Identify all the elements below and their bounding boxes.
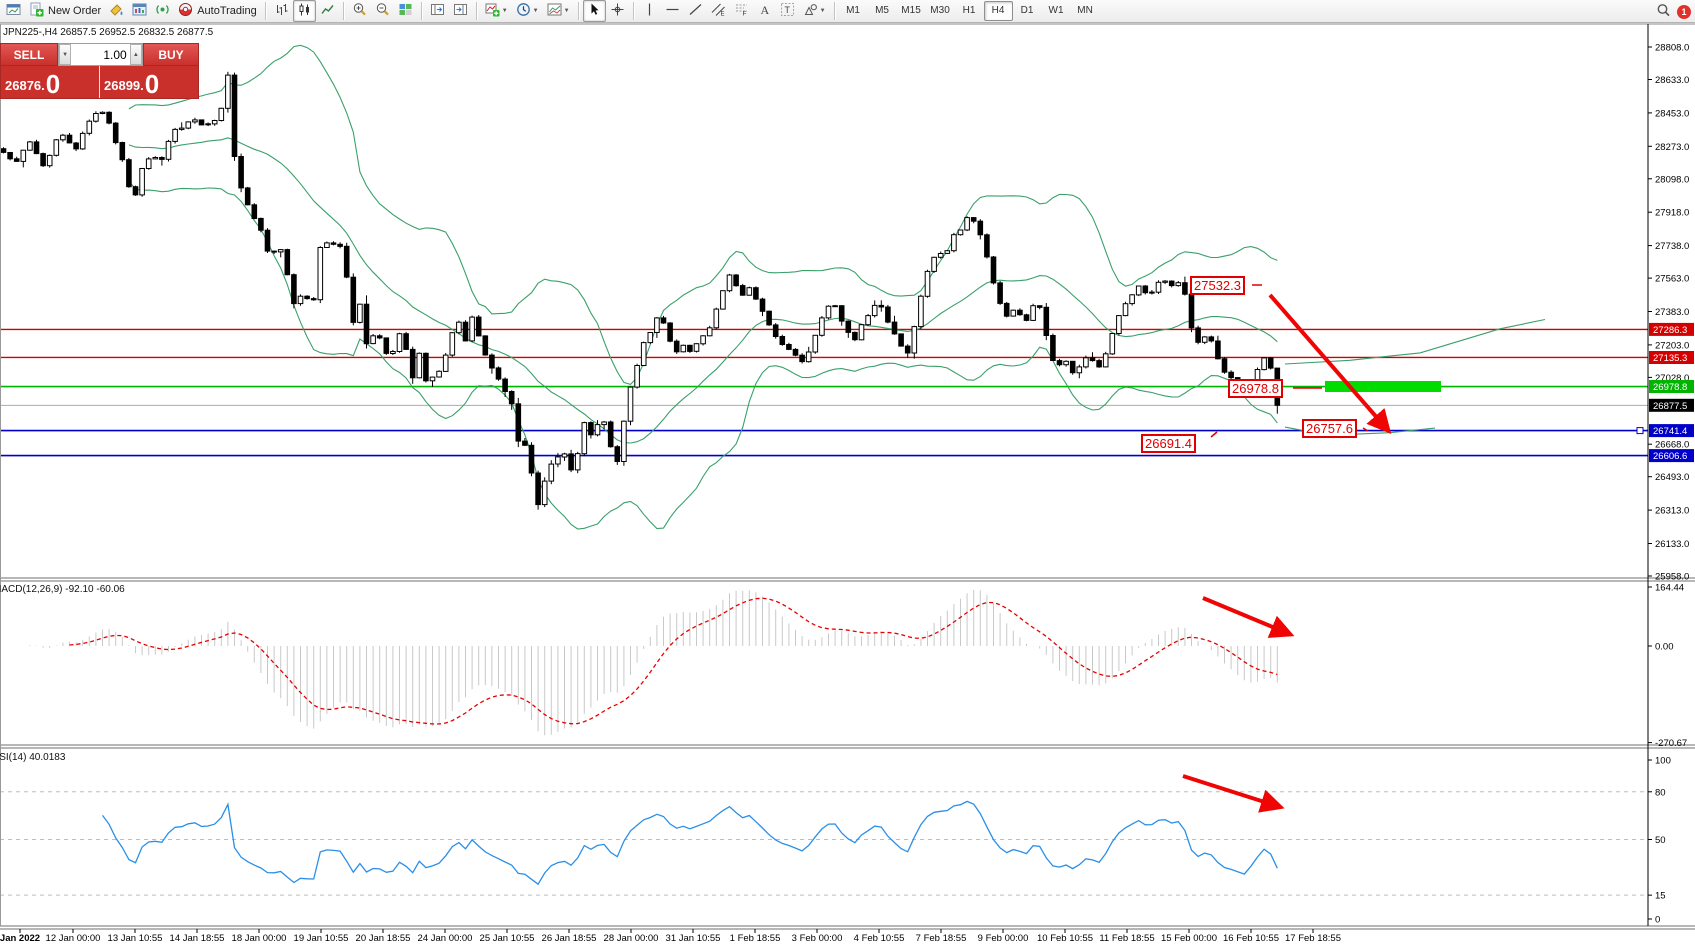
svg-text:7 Feb 18:55: 7 Feb 18:55: [916, 933, 967, 944]
svg-text:28273.0: 28273.0: [1655, 142, 1689, 153]
svg-text:26133.0: 26133.0: [1655, 539, 1689, 550]
svg-text:26313.0: 26313.0: [1655, 506, 1689, 517]
svg-text:11 Feb 18:55: 11 Feb 18:55: [1099, 933, 1154, 944]
svg-text:14 Jan 18:55: 14 Jan 18:55: [170, 933, 225, 944]
sell-button[interactable]: SELL: [0, 43, 58, 66]
svg-text:17 Feb 18:55: 17 Feb 18:55: [1285, 933, 1341, 944]
svg-text:4 Feb 10:55: 4 Feb 10:55: [854, 933, 905, 944]
mt4-window: New OrderAutoTrading▼▼▼EFAT▼M1M5M15M30H1…: [0, 0, 1695, 945]
svg-text:26668.0: 26668.0: [1655, 440, 1689, 451]
svg-text:25958.0: 25958.0: [1655, 572, 1689, 583]
svg-text:16 Feb 10:55: 16 Feb 10:55: [1223, 933, 1279, 944]
svg-text:10 Feb 10:55: 10 Feb 10:55: [1037, 933, 1093, 944]
svg-text:27135.3: 27135.3: [1653, 353, 1687, 364]
svg-text:13 Jan 10:55: 13 Jan 10:55: [108, 933, 163, 944]
svg-text:18 Jan 00:00: 18 Jan 00:00: [232, 933, 287, 944]
svg-text:15 Feb 00:00: 15 Feb 00:00: [1161, 933, 1217, 944]
svg-text:0: 0: [1655, 915, 1660, 926]
price-callout-label[interactable]: 26757.6: [1302, 419, 1357, 438]
svg-text:26606.6: 26606.6: [1653, 451, 1687, 462]
svg-text:26 Jan 18:55: 26 Jan 18:55: [542, 933, 597, 944]
svg-text:26741.4: 26741.4: [1653, 426, 1687, 437]
svg-text:3 Feb 00:00: 3 Feb 00:00: [792, 933, 843, 944]
svg-text:25 Jan 10:55: 25 Jan 10:55: [480, 933, 535, 944]
volume-decrease-button[interactable]: ▼: [59, 44, 71, 65]
svg-text:12 Jan 00:00: 12 Jan 00:00: [46, 933, 101, 944]
one-click-trading-panel: SELL ▼ ▲ BUY 26876. 0 26899. 0: [0, 43, 199, 99]
svg-text:164.44: 164.44: [1655, 583, 1684, 594]
buy-price-big-digit: 0: [145, 72, 159, 96]
svg-text:27286.3: 27286.3: [1653, 325, 1687, 336]
price-callout-label[interactable]: 26691.4: [1141, 434, 1196, 453]
buy-button[interactable]: BUY: [143, 43, 199, 66]
symbol-ohlc-header: JPN225-,H4 26857.5 26952.5 26832.5 26877…: [3, 27, 213, 38]
rsi-indicator-label: RSI(14) 40.0183: [0, 752, 65, 763]
macd-indicator-label: MACD(12,26,9) -92.10 -60.06: [0, 584, 125, 595]
svg-text:26877.5: 26877.5: [1653, 401, 1687, 412]
svg-text:20 Jan 18:55: 20 Jan 18:55: [356, 933, 411, 944]
svg-text:27383.0: 27383.0: [1655, 307, 1689, 318]
svg-text:28 Jan 00:00: 28 Jan 00:00: [604, 933, 659, 944]
buy-price-main: 26899.: [104, 76, 144, 96]
volume-input[interactable]: [71, 44, 129, 65]
svg-text:80: 80: [1655, 787, 1666, 798]
price-callout-label[interactable]: 27532.3: [1190, 276, 1245, 295]
sell-price[interactable]: 26876. 0: [1, 66, 100, 98]
svg-text:28808.0: 28808.0: [1655, 43, 1689, 54]
svg-text:Jan 2022: Jan 2022: [0, 933, 40, 944]
buy-price[interactable]: 26899. 0: [100, 66, 198, 98]
svg-text:100: 100: [1655, 756, 1671, 767]
svg-text:15: 15: [1655, 891, 1666, 902]
svg-text:27918.0: 27918.0: [1655, 208, 1689, 219]
svg-text:-270.67: -270.67: [1655, 738, 1687, 749]
price-callout-label[interactable]: 26978.8: [1228, 379, 1283, 398]
volume-increase-button[interactable]: ▲: [130, 44, 142, 65]
svg-text:27203.0: 27203.0: [1655, 340, 1689, 351]
svg-text:28098.0: 28098.0: [1655, 174, 1689, 185]
svg-text:9 Feb 00:00: 9 Feb 00:00: [978, 933, 1029, 944]
svg-text:26978.8: 26978.8: [1653, 382, 1687, 393]
chart-canvas[interactable]: 28808.0 28633.0 28453.0 28273.0 28098.0 27918…: [0, 0, 1695, 945]
svg-text:1 Feb 18:55: 1 Feb 18:55: [730, 933, 781, 944]
svg-text:27738.0: 27738.0: [1655, 241, 1689, 252]
svg-text:19 Jan 10:55: 19 Jan 10:55: [294, 933, 349, 944]
sell-price-main: 26876.: [5, 76, 45, 96]
svg-text:31 Jan 10:55: 31 Jan 10:55: [666, 933, 721, 944]
svg-text:50: 50: [1655, 835, 1666, 846]
svg-text:27563.0: 27563.0: [1655, 274, 1689, 285]
svg-text:24 Jan 00:00: 24 Jan 00:00: [418, 933, 473, 944]
svg-text:0.00: 0.00: [1655, 642, 1674, 653]
volume-stepper: ▼ ▲: [58, 43, 143, 66]
sell-price-big-digit: 0: [46, 72, 60, 96]
svg-text:28633.0: 28633.0: [1655, 75, 1689, 86]
svg-text:26493.0: 26493.0: [1655, 472, 1689, 483]
svg-text:28453.0: 28453.0: [1655, 108, 1689, 119]
